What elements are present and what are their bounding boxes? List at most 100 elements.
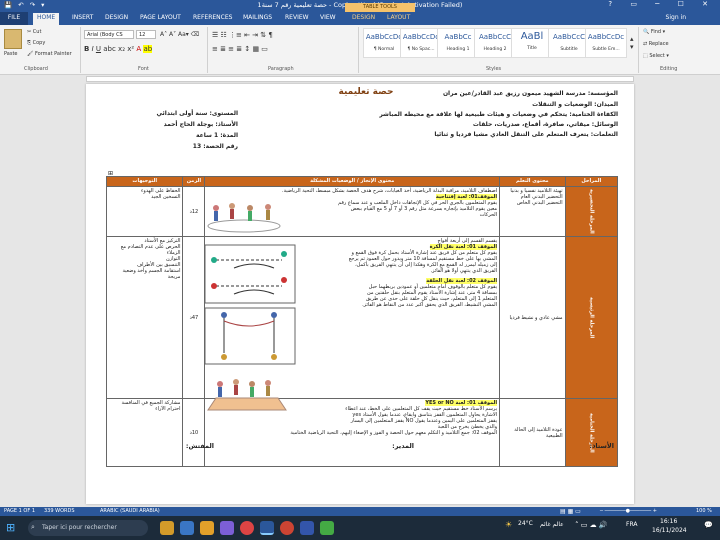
style-preview: AaBl [520,31,544,42]
group-divider [80,27,81,73]
group-divider [207,27,208,73]
sign-in-link[interactable]: Sign in [666,14,686,21]
tab-table-layout[interactable]: LAYOUT [387,14,410,21]
tab-insert[interactable]: INSERT [72,14,93,21]
time-cell: 12د [182,186,206,237]
font-format-icons[interactable]: B I U abc x₂ x² A ab [84,45,153,53]
tab-design[interactable]: DESIGN [105,14,128,21]
taskbar-search-input[interactable]: Taper ici pour rechercher [28,520,148,536]
signature-teacher: الأستاذ: [589,442,615,450]
app-icon-2[interactable] [320,521,334,535]
children-jumping-illustration [207,379,287,411]
cut-button[interactable]: ✂ Cut [27,29,41,35]
tab-references[interactable]: REFERENCES [193,14,232,21]
style-subtitle[interactable]: AaBbCcC Subtitle [548,28,590,58]
font-name-select[interactable]: Arial (Body CS [84,30,134,39]
page-indicator[interactable]: PAGE 1 OF 1 [4,508,35,514]
format-painter-button[interactable]: 🖌 Format Painter [27,51,72,57]
header-duration: المدة: 1 ساعة [196,132,238,139]
tab-home[interactable]: HOME [33,13,60,25]
time-cell: 47د [182,236,206,399]
find-button[interactable]: 🔍 Find ▾ [643,29,665,35]
weather-icon[interactable]: ☀ [505,520,512,529]
replace-button[interactable]: ⇄ Replace [643,41,669,47]
style-no-spacing[interactable]: AaBbCcDc ¶ No Spac... [400,28,442,58]
clock-date[interactable]: 16/11/2024 [652,527,687,534]
style-preview: AaBbCc [444,33,472,41]
chrome-icon[interactable] [240,521,254,535]
style-subtle-emphasis[interactable]: AaBbCcDc Subtle Em... [585,28,627,58]
table-tools-label: TABLE TOOLS [345,3,415,12]
copy-button[interactable]: ⎘ Copy [27,40,45,46]
language-indicator[interactable]: ARABIC (SAUDI ARABIA) [100,508,160,514]
style-heading-1[interactable]: AaBbCc Heading 1 [437,28,479,58]
styles-group-label: Styles [486,66,502,72]
view-mode-icons[interactable]: ▤ ▦ ▭ [560,508,581,515]
notes-cell: مشاركة الجميع في المنافسة احترام الآراء [105,398,184,467]
task-view-icon[interactable] [160,521,174,535]
document-page[interactable]: حصة تعليمية المؤسسة: مدرسة الشهيد ميمون … [86,84,634,504]
editing-group-label: Editing [660,66,678,72]
tab-review[interactable]: REVIEW [285,14,309,21]
word-icon[interactable] [260,521,274,535]
tab-file[interactable]: FILE [0,12,28,25]
tray-icons[interactable]: ˄ ▭ ☁ 🔊 [575,521,608,529]
paste-button[interactable]: Paste [4,51,18,57]
opera-icon[interactable] [280,521,294,535]
table-row: المرحلة الرئيسية مشي عادي و نشيط فرديا ي… [105,236,619,399]
select-button[interactable]: ⬚ Select ▾ [643,53,669,59]
edge-icon[interactable] [180,521,194,535]
replace-label: Replace [648,41,669,47]
header-school: المؤسسة: مدرسة الشهيد ميمون رزيق عبد الق… [442,90,618,97]
windows-start-icon[interactable]: ⊞ [6,521,15,534]
children-running-illustration [207,203,281,233]
tab-table-design[interactable]: DESIGN [352,14,375,21]
col-notes: التوجيهات [105,176,184,187]
ball-transport-diagram [204,244,296,304]
align-icons[interactable]: ≡ ≣ ≡ ≣ ↕ ▦ ▭ [212,45,268,53]
status-bar: PAGE 1 OF 1 339 WORDS ARABIC (SAUDI ARAB… [0,507,720,516]
style-normal[interactable]: AaBbCcDc ¶ Normal [363,28,405,58]
group-divider [358,27,359,73]
ruler-scale [86,76,634,82]
list-icons[interactable]: ☰ ☷ ⋮≡ ⇤ ⇥ ⇅ ¶ [212,31,273,39]
paste-icon[interactable] [4,29,22,49]
find-label: Find [650,29,662,35]
app-icon[interactable] [300,521,314,535]
col-time: الزمن [182,176,206,187]
header-session-number: رقم الحصة: 13 [192,143,238,150]
style-preview: AaBbCcC [479,33,511,41]
tab-view[interactable]: VIEW [320,14,336,21]
document-title: حصة تعليمية [338,87,394,97]
font-size-select[interactable]: 12 [136,30,156,39]
store-icon[interactable] [220,521,234,535]
content-line: الموقف 02: جمع التلاميذ و التكلم معهم حو… [290,430,498,436]
input-language[interactable]: FRA [626,521,637,528]
clock-time[interactable]: 16:16 [660,518,677,525]
styles-scroll-icon[interactable]: ▴ ▾ [630,35,634,51]
grow-shrink-font-icons[interactable]: A˄ A˅ Aa▾ ⌫ [160,31,199,38]
notifications-icon[interactable]: 💬 [704,521,713,529]
file-explorer-icon[interactable] [200,521,214,535]
signature-director: المدير: [392,442,414,450]
header-level: المستوى: سنة أولى ابتدائي [156,110,238,117]
zoom-level[interactable]: 100 % [696,508,712,514]
font-group-label: Font [138,66,149,72]
zoom-slider[interactable]: ─ ───────●─────── + [600,508,657,514]
style-preview: AaBbCcC [553,33,585,41]
header-tools: الوسائل: ميقاتي، صافرة، أقماع، صدريات، ح… [472,121,618,128]
tab-mailings[interactable]: MAILINGS [243,14,272,21]
goal-cell: تهيئة التلاميذ نفسيا و بدنيا التحضير الب… [499,186,566,237]
ruler[interactable] [0,75,720,83]
style-heading-2[interactable]: AaBbCcC Heading 2 [474,28,516,58]
tab-page-layout[interactable]: PAGE LAYOUT [140,14,181,21]
goal-cell: مشي عادي و نشيط فرديا [499,236,566,399]
quick-access-toolbar[interactable]: 💾 ↶ ↷ ▾ [4,1,46,9]
word-count[interactable]: 339 WORDS [44,508,75,514]
style-title[interactable]: AaBl Title [511,28,553,58]
search-icon: ⌕ [31,523,35,531]
col-goal: محتوى التعلم [499,176,566,187]
weather-temp[interactable]: 24°C [518,520,533,527]
window-controls[interactable]: ? ▭ ─ ☐ ✕ [608,0,716,8]
lesson-table: المراحل محتوى التعلم محتوى الإنجاز / الو… [105,176,619,467]
